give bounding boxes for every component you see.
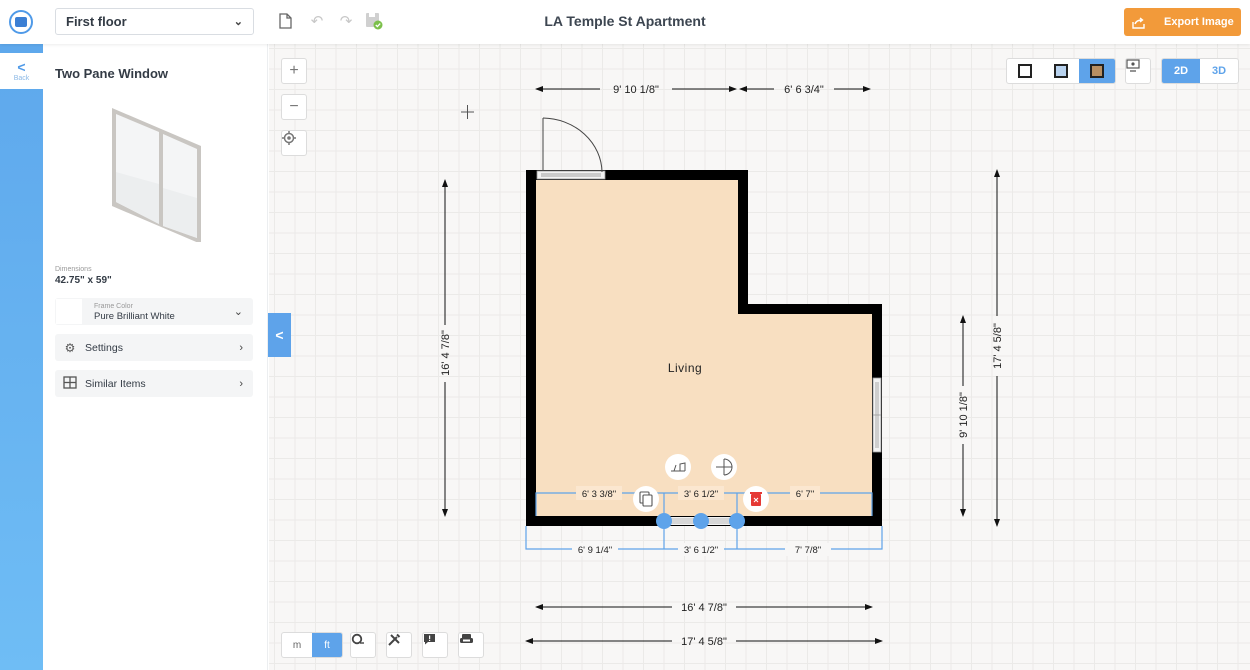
chevron-right-icon: › — [239, 341, 243, 354]
minus-icon: − — [289, 98, 299, 115]
resize-handle-right[interactable] — [729, 513, 745, 529]
left-rail: < Back — [0, 44, 43, 670]
crosshair-icon — [282, 131, 296, 145]
inner-mid-width: 3' 6 1/2" — [684, 489, 718, 500]
dimension-bottom-inner-label: 16' 4 7/8" — [681, 602, 727, 614]
flip-vertical-button[interactable] — [711, 454, 737, 480]
settings-label: Settings — [85, 341, 123, 354]
dimension-right-inner: 9' 10 1/8" — [958, 315, 970, 517]
unit-feet[interactable]: ft — [312, 633, 342, 657]
window-right-wall[interactable] — [872, 377, 882, 453]
dimension-right-outer-label: 17' 4 5/8" — [992, 323, 1004, 369]
dimension-toggle: 2D 3D — [1161, 58, 1239, 84]
room-floor[interactable] — [536, 180, 872, 516]
dimension-top-left-label: 9' 10 1/8" — [613, 84, 659, 96]
frame-color-select[interactable]: Frame Color Pure Brilliant White ⌄ — [55, 298, 253, 325]
dimension-left-label: 16' 4 7/8" — [440, 330, 452, 376]
room-label[interactable]: Living — [668, 361, 702, 375]
zoom-in-button[interactable]: + — [281, 58, 307, 84]
back-label: Back — [13, 74, 30, 82]
collapse-panel-button[interactable]: < — [268, 313, 291, 357]
outer-left-distance: 6' 9 1/4" — [578, 545, 612, 556]
chevron-left-icon: < — [17, 58, 26, 75]
dimension-right-inner-label: 9' 10 1/8" — [958, 392, 970, 438]
export-label: Export Image — [1164, 16, 1234, 28]
resize-handle-left[interactable] — [656, 513, 672, 529]
tools-button[interactable] — [386, 632, 412, 658]
dimension-bottom-outer: 17' 4 5/8" — [525, 636, 883, 648]
cursor-crosshair — [461, 105, 474, 119]
monitor-icon — [1126, 59, 1140, 72]
toggle-3d[interactable]: 3D — [1200, 59, 1238, 83]
dimension-right-outer: 17' 4 5/8" — [992, 169, 1004, 527]
window-product-image — [112, 108, 201, 242]
dimension-left: 16' 4 7/8" — [440, 179, 452, 517]
zoom-out-button[interactable]: − — [281, 94, 307, 120]
dimensions-value: 42.75" x 59" — [55, 275, 112, 286]
chevron-right-icon: › — [239, 377, 243, 390]
wall-step-horizontal[interactable] — [738, 304, 882, 314]
unit-toggle: m ft — [281, 632, 343, 658]
selection-outer-labels: 6' 9 1/4" 3' 6 1/2" 7' 7/8" — [572, 543, 831, 556]
plus-icon: + — [289, 62, 299, 79]
project-title: LA Temple St Apartment — [544, 13, 706, 29]
blueprint-view-icon — [1054, 64, 1068, 78]
comment-icon — [424, 634, 435, 645]
view-mode-textured[interactable] — [1079, 59, 1115, 83]
view-mode-blueprint[interactable] — [1043, 59, 1079, 83]
item-panel: Two Pane Window Dimensions 42.75" x 59" … — [43, 44, 268, 670]
frame-color-swatch — [56, 299, 82, 324]
outer-right-distance: 7' 7/8" — [795, 545, 821, 556]
similar-items-label: Similar Items — [85, 377, 146, 390]
back-button[interactable]: < Back — [0, 53, 43, 89]
sofa-icon — [460, 634, 473, 643]
floor-plan-drawing[interactable]: 6' 3 3/8" 3' 6 1/2" 6' 7" 6' 9 1/4" 3' 6… — [269, 44, 1250, 670]
move-handle[interactable] — [693, 513, 709, 529]
unit-meters[interactable]: m — [282, 633, 312, 657]
similar-items-row[interactable]: Similar Items › — [55, 370, 253, 397]
frame-color-value: Pure Brilliant White — [94, 310, 175, 322]
grid-icon — [55, 375, 85, 392]
tape-measure-icon — [351, 633, 364, 645]
dimension-bottom-inner: 16' 4 7/8" — [535, 602, 873, 614]
delete-button[interactable] — [743, 486, 769, 512]
dimension-top-right-label: 6' 6 3/4" — [784, 84, 824, 96]
view-mode-outline[interactable] — [1007, 59, 1043, 83]
wall-step-vertical[interactable] — [738, 170, 748, 314]
item-title: Two Pane Window — [55, 66, 169, 81]
display-settings-button[interactable] — [1125, 58, 1151, 84]
feedback-button[interactable] — [422, 632, 448, 658]
flip-horizontal-button[interactable] — [665, 454, 691, 480]
measure-tool-button[interactable] — [350, 632, 376, 658]
chevron-left-icon: < — [275, 327, 284, 343]
dimension-bottom-outer-label: 17' 4 5/8" — [681, 636, 727, 648]
export-icon — [1132, 16, 1145, 29]
inner-right-distance: 6' 7" — [796, 489, 814, 500]
duplicate-button[interactable] — [633, 486, 659, 512]
wall-left[interactable] — [526, 170, 536, 526]
toggle-2d[interactable]: 2D — [1162, 59, 1200, 83]
textured-view-icon — [1090, 64, 1104, 78]
tools-icon — [388, 633, 401, 646]
dimension-top-left: 9' 10 1/8" — [535, 84, 737, 96]
floor-plan-canvas[interactable]: 6' 3 3/8" 3' 6 1/2" 6' 7" 6' 9 1/4" 3' 6… — [269, 44, 1250, 670]
recenter-button[interactable] — [281, 130, 307, 156]
settings-row[interactable]: ⚙ Settings › — [55, 334, 253, 361]
gear-icon: ⚙ — [64, 340, 76, 355]
furniture-button[interactable] — [458, 632, 484, 658]
dimension-top-right: 6' 6 3/4" — [739, 84, 871, 96]
outline-view-icon — [1018, 64, 1032, 78]
view-mode-group — [1006, 58, 1116, 84]
inner-left-distance: 6' 3 3/8" — [582, 489, 616, 500]
export-image-button[interactable]: Export Image — [1124, 8, 1241, 36]
chevron-down-icon: ⌄ — [233, 306, 243, 318]
frame-color-label: Frame Color — [94, 302, 133, 310]
top-bar: First floor ⌄ ↶ ↷ LA Temple St Apartment… — [0, 0, 1250, 44]
outer-mid-width: 3' 6 1/2" — [684, 545, 718, 556]
door[interactable] — [536, 117, 606, 180]
dimensions-label: Dimensions — [55, 266, 92, 273]
